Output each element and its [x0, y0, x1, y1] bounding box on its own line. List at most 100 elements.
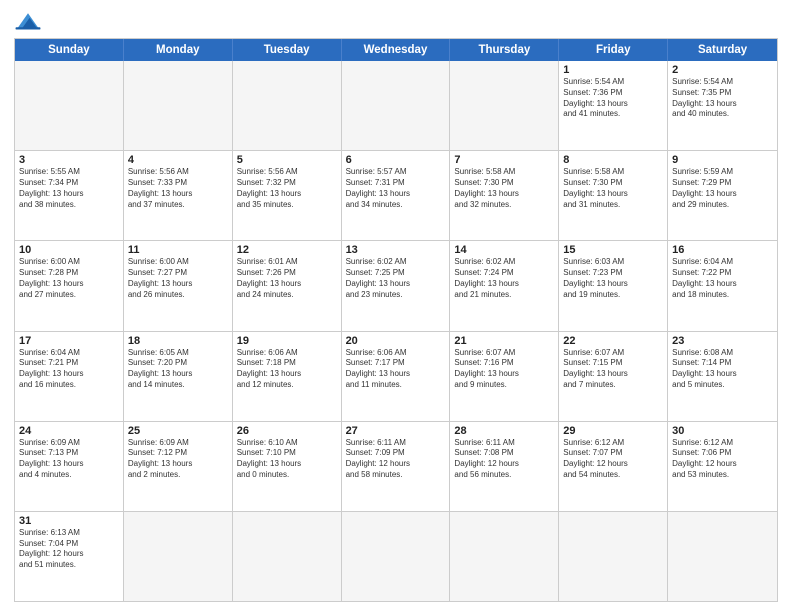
calendar: SundayMondayTuesdayWednesdayThursdayFrid…	[14, 38, 778, 602]
day-cell-31: 31Sunrise: 6:13 AM Sunset: 7:04 PM Dayli…	[15, 512, 124, 601]
day-number: 1	[563, 64, 663, 76]
day-info: Sunrise: 6:04 AM Sunset: 7:21 PM Dayligh…	[19, 348, 119, 391]
day-cell-30: 30Sunrise: 6:12 AM Sunset: 7:06 PM Dayli…	[668, 422, 777, 511]
page: SundayMondayTuesdayWednesdayThursdayFrid…	[0, 0, 792, 612]
calendar-row-1: 3Sunrise: 5:55 AM Sunset: 7:34 PM Daylig…	[15, 150, 777, 240]
day-cell-4: 4Sunrise: 5:56 AM Sunset: 7:33 PM Daylig…	[124, 151, 233, 240]
day-number: 18	[128, 335, 228, 347]
day-cell-29: 29Sunrise: 6:12 AM Sunset: 7:07 PM Dayli…	[559, 422, 668, 511]
calendar-row-4: 24Sunrise: 6:09 AM Sunset: 7:13 PM Dayli…	[15, 421, 777, 511]
calendar-body: 1Sunrise: 5:54 AM Sunset: 7:36 PM Daylig…	[15, 61, 777, 601]
empty-cell	[15, 61, 124, 150]
day-cell-19: 19Sunrise: 6:06 AM Sunset: 7:18 PM Dayli…	[233, 332, 342, 421]
day-cell-10: 10Sunrise: 6:00 AM Sunset: 7:28 PM Dayli…	[15, 241, 124, 330]
day-info: Sunrise: 6:00 AM Sunset: 7:28 PM Dayligh…	[19, 257, 119, 300]
day-info: Sunrise: 5:54 AM Sunset: 7:36 PM Dayligh…	[563, 77, 663, 120]
day-number: 2	[672, 64, 773, 76]
day-number: 9	[672, 154, 773, 166]
day-number: 14	[454, 244, 554, 256]
day-number: 20	[346, 335, 446, 347]
day-number: 19	[237, 335, 337, 347]
day-info: Sunrise: 6:07 AM Sunset: 7:16 PM Dayligh…	[454, 348, 554, 391]
day-number: 30	[672, 425, 773, 437]
day-cell-22: 22Sunrise: 6:07 AM Sunset: 7:15 PM Dayli…	[559, 332, 668, 421]
day-info: Sunrise: 5:59 AM Sunset: 7:29 PM Dayligh…	[672, 167, 773, 210]
day-number: 15	[563, 244, 663, 256]
day-info: Sunrise: 6:11 AM Sunset: 7:08 PM Dayligh…	[454, 438, 554, 481]
day-info: Sunrise: 6:09 AM Sunset: 7:13 PM Dayligh…	[19, 438, 119, 481]
day-info: Sunrise: 6:08 AM Sunset: 7:14 PM Dayligh…	[672, 348, 773, 391]
empty-cell	[450, 61, 559, 150]
empty-cell	[233, 512, 342, 601]
day-info: Sunrise: 6:05 AM Sunset: 7:20 PM Dayligh…	[128, 348, 228, 391]
empty-cell	[124, 512, 233, 601]
day-cell-8: 8Sunrise: 5:58 AM Sunset: 7:30 PM Daylig…	[559, 151, 668, 240]
day-info: Sunrise: 5:58 AM Sunset: 7:30 PM Dayligh…	[454, 167, 554, 210]
day-cell-25: 25Sunrise: 6:09 AM Sunset: 7:12 PM Dayli…	[124, 422, 233, 511]
day-info: Sunrise: 6:02 AM Sunset: 7:24 PM Dayligh…	[454, 257, 554, 300]
day-cell-5: 5Sunrise: 5:56 AM Sunset: 7:32 PM Daylig…	[233, 151, 342, 240]
day-cell-21: 21Sunrise: 6:07 AM Sunset: 7:16 PM Dayli…	[450, 332, 559, 421]
day-cell-18: 18Sunrise: 6:05 AM Sunset: 7:20 PM Dayli…	[124, 332, 233, 421]
header-day-tuesday: Tuesday	[233, 39, 342, 61]
day-cell-3: 3Sunrise: 5:55 AM Sunset: 7:34 PM Daylig…	[15, 151, 124, 240]
day-cell-23: 23Sunrise: 6:08 AM Sunset: 7:14 PM Dayli…	[668, 332, 777, 421]
day-info: Sunrise: 5:58 AM Sunset: 7:30 PM Dayligh…	[563, 167, 663, 210]
logo-icon	[14, 10, 42, 32]
day-cell-28: 28Sunrise: 6:11 AM Sunset: 7:08 PM Dayli…	[450, 422, 559, 511]
day-info: Sunrise: 6:07 AM Sunset: 7:15 PM Dayligh…	[563, 348, 663, 391]
header-day-friday: Friday	[559, 39, 668, 61]
day-info: Sunrise: 5:57 AM Sunset: 7:31 PM Dayligh…	[346, 167, 446, 210]
day-info: Sunrise: 6:11 AM Sunset: 7:09 PM Dayligh…	[346, 438, 446, 481]
day-info: Sunrise: 6:06 AM Sunset: 7:17 PM Dayligh…	[346, 348, 446, 391]
day-number: 3	[19, 154, 119, 166]
day-info: Sunrise: 6:10 AM Sunset: 7:10 PM Dayligh…	[237, 438, 337, 481]
day-number: 31	[19, 515, 119, 527]
day-number: 28	[454, 425, 554, 437]
day-number: 23	[672, 335, 773, 347]
logo	[14, 10, 46, 32]
day-info: Sunrise: 6:12 AM Sunset: 7:07 PM Dayligh…	[563, 438, 663, 481]
day-cell-11: 11Sunrise: 6:00 AM Sunset: 7:27 PM Dayli…	[124, 241, 233, 330]
day-info: Sunrise: 6:02 AM Sunset: 7:25 PM Dayligh…	[346, 257, 446, 300]
empty-cell	[342, 512, 451, 601]
day-cell-12: 12Sunrise: 6:01 AM Sunset: 7:26 PM Dayli…	[233, 241, 342, 330]
day-info: Sunrise: 6:13 AM Sunset: 7:04 PM Dayligh…	[19, 528, 119, 571]
calendar-header-row: SundayMondayTuesdayWednesdayThursdayFrid…	[15, 39, 777, 61]
day-number: 22	[563, 335, 663, 347]
day-info: Sunrise: 5:55 AM Sunset: 7:34 PM Dayligh…	[19, 167, 119, 210]
header-day-saturday: Saturday	[668, 39, 777, 61]
day-number: 4	[128, 154, 228, 166]
calendar-row-5: 31Sunrise: 6:13 AM Sunset: 7:04 PM Dayli…	[15, 511, 777, 601]
day-number: 8	[563, 154, 663, 166]
day-cell-9: 9Sunrise: 5:59 AM Sunset: 7:29 PM Daylig…	[668, 151, 777, 240]
empty-cell	[342, 61, 451, 150]
day-number: 25	[128, 425, 228, 437]
day-info: Sunrise: 6:00 AM Sunset: 7:27 PM Dayligh…	[128, 257, 228, 300]
header-day-monday: Monday	[124, 39, 233, 61]
empty-cell	[559, 512, 668, 601]
day-cell-20: 20Sunrise: 6:06 AM Sunset: 7:17 PM Dayli…	[342, 332, 451, 421]
day-number: 6	[346, 154, 446, 166]
day-number: 5	[237, 154, 337, 166]
day-cell-7: 7Sunrise: 5:58 AM Sunset: 7:30 PM Daylig…	[450, 151, 559, 240]
day-number: 24	[19, 425, 119, 437]
day-number: 11	[128, 244, 228, 256]
day-number: 29	[563, 425, 663, 437]
day-info: Sunrise: 6:04 AM Sunset: 7:22 PM Dayligh…	[672, 257, 773, 300]
day-number: 27	[346, 425, 446, 437]
day-info: Sunrise: 6:12 AM Sunset: 7:06 PM Dayligh…	[672, 438, 773, 481]
day-cell-6: 6Sunrise: 5:57 AM Sunset: 7:31 PM Daylig…	[342, 151, 451, 240]
header-day-wednesday: Wednesday	[342, 39, 451, 61]
header-day-sunday: Sunday	[15, 39, 124, 61]
empty-cell	[233, 61, 342, 150]
day-cell-16: 16Sunrise: 6:04 AM Sunset: 7:22 PM Dayli…	[668, 241, 777, 330]
calendar-row-3: 17Sunrise: 6:04 AM Sunset: 7:21 PM Dayli…	[15, 331, 777, 421]
day-info: Sunrise: 5:56 AM Sunset: 7:33 PM Dayligh…	[128, 167, 228, 210]
day-cell-17: 17Sunrise: 6:04 AM Sunset: 7:21 PM Dayli…	[15, 332, 124, 421]
day-number: 16	[672, 244, 773, 256]
day-number: 10	[19, 244, 119, 256]
day-number: 17	[19, 335, 119, 347]
day-cell-2: 2Sunrise: 5:54 AM Sunset: 7:35 PM Daylig…	[668, 61, 777, 150]
empty-cell	[668, 512, 777, 601]
